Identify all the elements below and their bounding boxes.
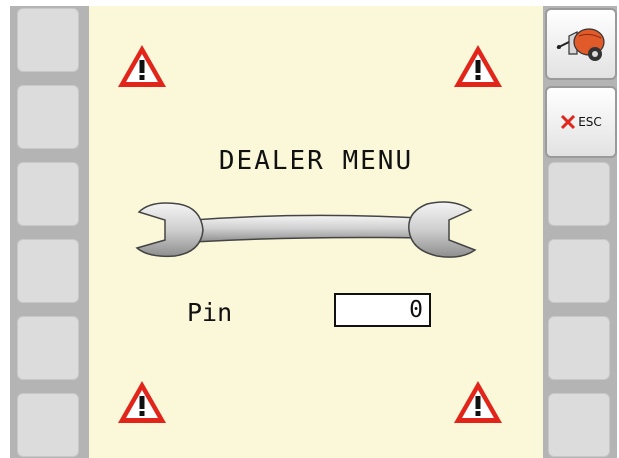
left-softkey-4[interactable] [17,239,79,303]
pin-input[interactable]: 0 [334,293,431,327]
right-softkey-3[interactable] [548,162,610,226]
baler-home-button[interactable] [545,8,617,80]
page-title: DEALER MENU [218,146,414,176]
right-softkey-5[interactable] [548,316,610,380]
red-x-icon [561,114,576,130]
pin-label: Pin [187,298,233,327]
right-softkey-4[interactable] [548,239,610,303]
warning-icon [454,45,502,87]
dealer-menu-screen: DEALER MENU Pin 0 [89,6,543,458]
wrench-icon [135,201,477,258]
left-softkey-1[interactable] [17,8,79,72]
left-softkey-5[interactable] [17,316,79,380]
left-softkey-6[interactable] [17,393,79,457]
round-baler-icon [556,28,605,61]
right-softkey-6[interactable] [548,393,610,457]
warning-icon [118,381,166,423]
warning-icon [118,45,166,87]
esc-button[interactable]: ESC [545,86,617,158]
warning-icon [454,381,502,423]
esc-label: ESC [578,115,602,129]
left-softkey-2[interactable] [17,85,79,149]
left-softkey-3[interactable] [17,162,79,226]
